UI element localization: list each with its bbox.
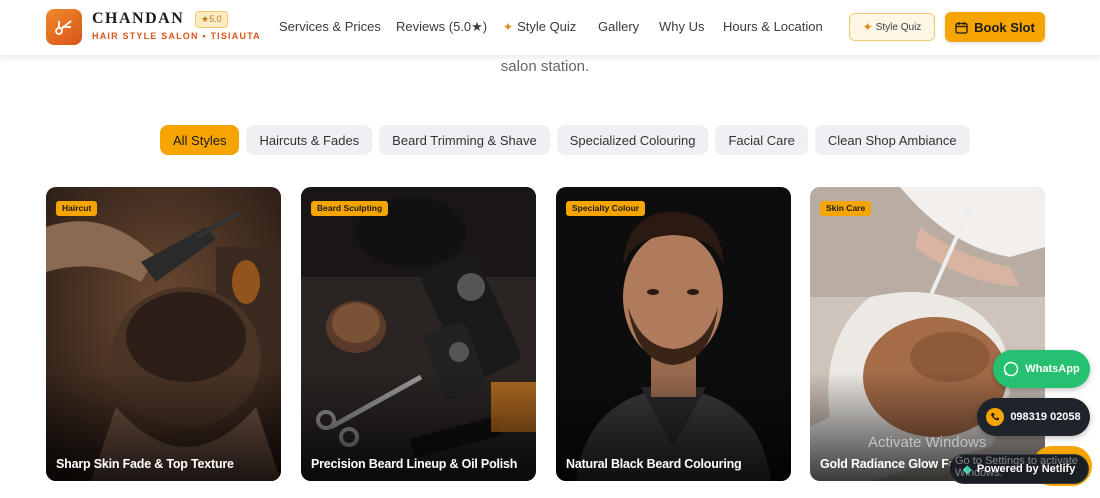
phone-call-button[interactable]: 098319 02058 (977, 398, 1090, 436)
phone-number: 098319 02058 (1010, 411, 1081, 423)
gallery-card-haircut[interactable]: Haircut Sharp Skin Fade & Top Texture (46, 187, 281, 481)
filter-beard-trimming[interactable]: Beard Trimming & Shave (379, 125, 550, 155)
nav-style-quiz[interactable]: ✦ Style Quiz (503, 19, 576, 34)
nav-style-quiz-label: Style Quiz (517, 19, 577, 34)
card-tag: Haircut (56, 201, 98, 216)
card-title: Sharp Skin Fade & Top Texture (56, 457, 234, 471)
filter-clean-shop[interactable]: Clean Shop Ambiance (814, 125, 970, 155)
card-title: Precision Beard Lineup & Oil Polish (311, 457, 518, 471)
calendar-icon (955, 21, 968, 34)
gallery-card-colour[interactable]: Specialty Colour Natural Black Beard Col… (556, 187, 791, 481)
card-tag: Skin Care (820, 201, 872, 216)
brand-subtitle: HAIR STYLE SALON • TISIAUTA (92, 31, 261, 41)
nav-hours-location[interactable]: Hours & Location (723, 19, 823, 34)
card-tag: Beard Sculpting (311, 201, 389, 216)
phone-icon (986, 408, 1005, 426)
nav-gallery[interactable]: Gallery (598, 19, 639, 34)
filter-specialized-colouring[interactable]: Specialized Colouring (556, 125, 709, 155)
nav-reviews[interactable]: Reviews (5.0★) (396, 19, 487, 35)
style-quiz-button-label: Style Quiz (875, 21, 922, 33)
scissors-icon (55, 20, 72, 35)
style-quiz-button[interactable]: ✦ Style Quiz (849, 13, 935, 41)
card-title: Natural Black Beard Colouring (566, 457, 742, 471)
whatsapp-button[interactable]: WhatsApp (993, 350, 1090, 388)
card-tag: Specialty Colour (566, 201, 646, 216)
book-slot-button[interactable]: Book Slot (945, 12, 1045, 42)
hero-subtitle: salon station. (500, 58, 590, 75)
brand-logo[interactable] (46, 9, 82, 45)
filter-facial-care[interactable]: Facial Care (715, 125, 808, 155)
whatsapp-icon (1004, 361, 1019, 377)
nav-services[interactable]: Services & Prices (279, 19, 381, 34)
filter-haircuts-fades[interactable]: Haircuts & Fades (246, 125, 373, 155)
book-slot-label: Book Slot (974, 19, 1035, 35)
sparkle-icon: ✦ (862, 20, 873, 34)
rating-badge: ★5.0 (195, 11, 228, 28)
site-header: CHANDAN ★5.0 HAIR STYLE SALON • TISIAUTA… (0, 0, 1100, 56)
filter-all-styles[interactable]: All Styles (160, 125, 240, 155)
windows-watermark: Activate Windows (868, 434, 987, 451)
sparkle-icon: ✦ (503, 19, 514, 34)
gallery-card-beard[interactable]: Beard Sculpting Precision Beard Lineup &… (301, 187, 536, 481)
nav-why-us[interactable]: Why Us (659, 19, 705, 34)
windows-watermark-sub: Go to Settings to activate Windows. (955, 455, 1078, 479)
whatsapp-label: WhatsApp (1025, 363, 1080, 375)
gallery-filters: All Styles Haircuts & Fades Beard Trimmi… (160, 125, 970, 155)
brand-name: CHANDAN (92, 10, 185, 27)
